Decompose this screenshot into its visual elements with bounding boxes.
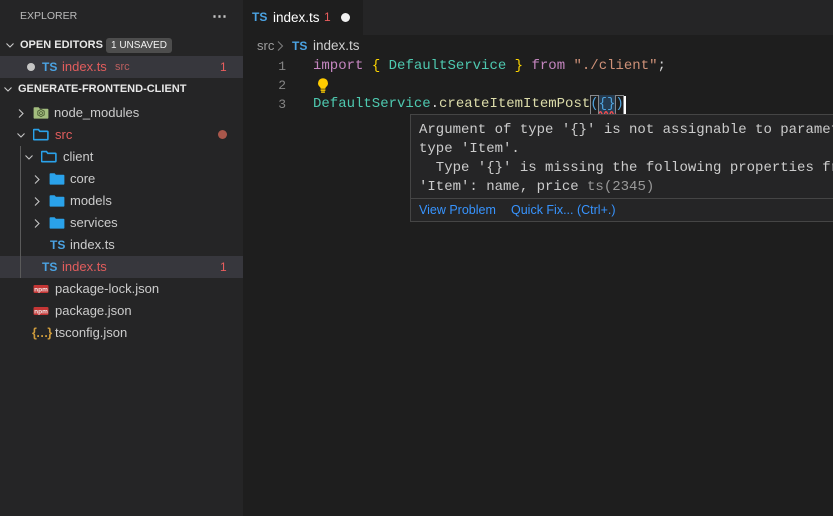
svg-text:npm: npm [34, 308, 48, 315]
svg-text:npm: npm [34, 286, 48, 293]
